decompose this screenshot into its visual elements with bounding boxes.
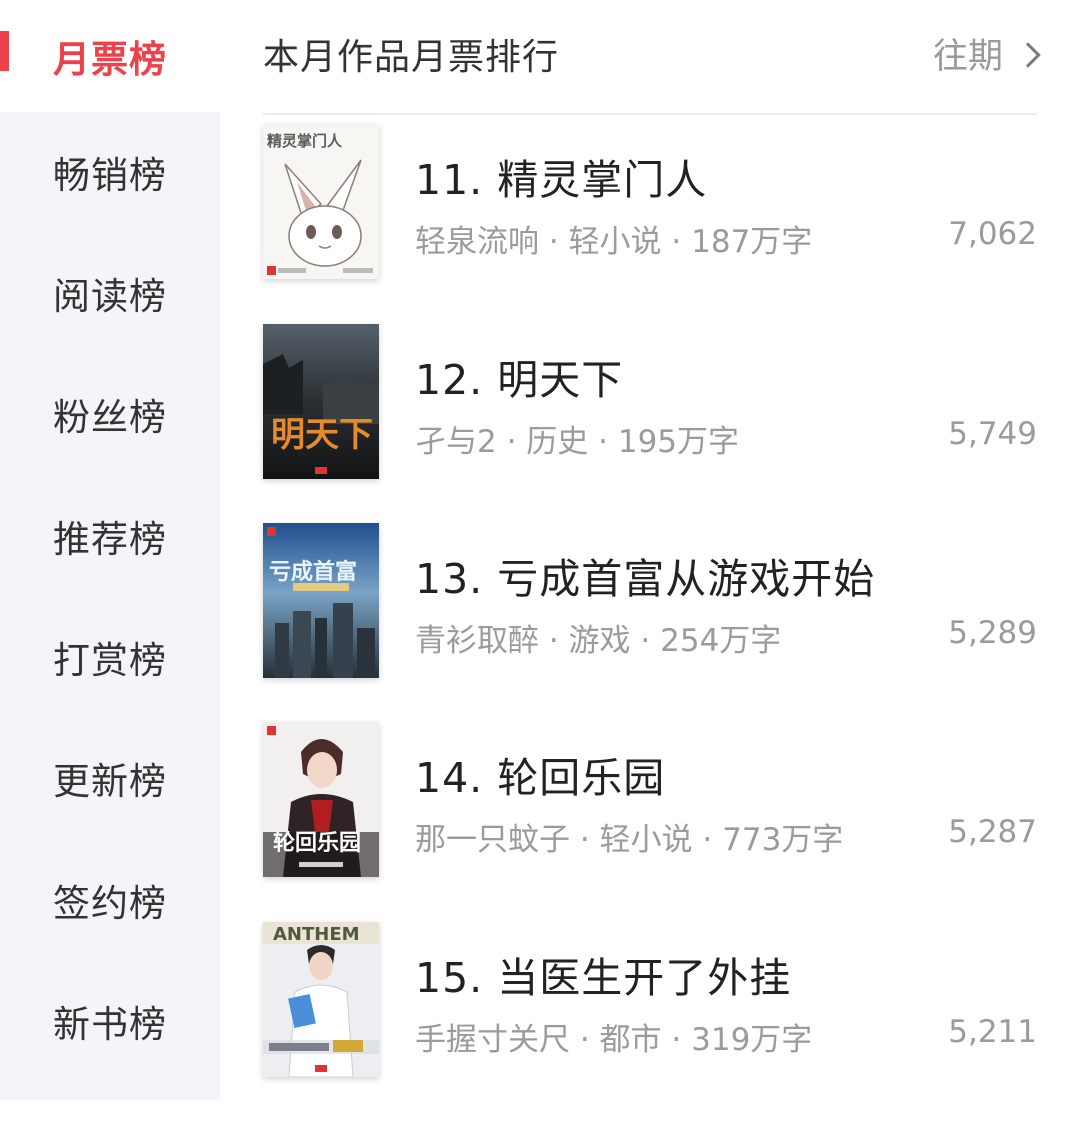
cover-art-doctor: ANTHEM xyxy=(263,922,379,1077)
book-meta: 轻泉流响 · 轻小说 · 187万字 xyxy=(415,224,813,260)
history-link[interactable]: 往期 xyxy=(932,28,1041,79)
cover-title-text: 亏成首富 xyxy=(269,559,357,585)
sidebar-item-label: 新书榜 xyxy=(53,1003,167,1046)
book-cover[interactable]: 轮回乐园 xyxy=(263,722,379,877)
cover-art-character: 轮回乐园 xyxy=(263,722,379,877)
sidebar-item-bestseller[interactable]: 畅销榜 xyxy=(0,116,220,228)
cover-logo-text: ANTHEM xyxy=(273,924,360,945)
sidebar-item-label: 签约榜 xyxy=(53,882,167,925)
ranking-sidebar: 月票榜 畅销榜 阅读榜 粉丝榜 推荐榜 打赏榜 更新榜 签约榜 新书榜 xyxy=(0,0,220,1100)
sidebar-item-label: 推荐榜 xyxy=(53,518,167,561)
chevron-right-icon xyxy=(1015,41,1041,68)
page-title: 本月作品月票排行 xyxy=(263,37,560,78)
sidebar-item-label: 更新榜 xyxy=(53,760,167,803)
book-meta: 青衫取醉 · 游戏 · 254万字 xyxy=(415,623,782,659)
book-cover[interactable]: 精灵掌门人 xyxy=(263,124,379,279)
sidebar-item-label: 月票榜 xyxy=(53,38,167,81)
sidebar-item-recommend[interactable]: 推荐榜 xyxy=(0,480,220,592)
cover-title-text: 明天下 xyxy=(271,415,373,455)
sidebar-item-reward[interactable]: 打赏榜 xyxy=(0,601,220,713)
cover-title-text: 精灵掌门人 xyxy=(267,132,343,150)
monthly-ticket-count: 5,211 xyxy=(948,1014,1037,1050)
sidebar-item-label: 阅读榜 xyxy=(53,275,167,318)
monthly-ticket-count: 5,749 xyxy=(948,416,1037,452)
book-title: 11. 精灵掌门人 xyxy=(415,156,708,204)
book-item[interactable]: 精灵掌门人 11. 精灵掌门人 轻泉流响 · 轻小说 · 187万字 7,062 xyxy=(263,124,1037,324)
book-meta: 那一只蚊子 · 轻小说 · 773万字 xyxy=(415,822,844,858)
book-meta: 孑与2 · 历史 · 195万字 xyxy=(415,424,740,460)
monthly-ticket-count: 7,062 xyxy=(948,216,1037,252)
cover-art-city: 明天下 xyxy=(263,324,379,479)
book-item[interactable]: 轮回乐园 14. 轮回乐园 那一只蚊子 · 轻小说 · 773万字 5,287 xyxy=(263,722,1037,922)
book-item[interactable]: 亏成首富 13. 亏成首富从游戏开始 青衫取醉 · 游戏 · 254万字 5,2… xyxy=(263,523,1037,723)
sidebar-item-update[interactable]: 更新榜 xyxy=(0,722,220,834)
book-item[interactable]: 明天下 12. 明天下 孑与2 · 历史 · 195万字 5,749 xyxy=(263,324,1037,524)
sidebar-item-signed[interactable]: 签约榜 xyxy=(0,844,220,956)
cover-title-text: 轮回乐园 xyxy=(273,830,361,856)
sidebar-item-label: 打赏榜 xyxy=(53,639,167,682)
sidebar-item-new-book[interactable]: 新书榜 xyxy=(0,965,220,1077)
book-title: 13. 亏成首富从游戏开始 xyxy=(415,555,876,603)
monthly-ticket-count: 5,287 xyxy=(948,814,1037,850)
book-cover[interactable]: 亏成首富 xyxy=(263,523,379,678)
history-label: 往期 xyxy=(932,37,1003,77)
book-title: 14. 轮回乐园 xyxy=(415,754,666,802)
sidebar-item-label: 畅销榜 xyxy=(53,154,167,197)
sidebar-item-label: 粉丝榜 xyxy=(53,396,167,439)
book-cover[interactable]: ANTHEM xyxy=(263,922,379,1077)
sidebar-item-monthly-ticket[interactable]: 月票榜 xyxy=(0,0,220,112)
active-indicator xyxy=(0,31,9,71)
book-title: 12. 明天下 xyxy=(415,356,624,404)
cover-art-rabbit: 精灵掌门人 xyxy=(263,124,379,279)
sidebar-item-fans[interactable]: 粉丝榜 xyxy=(0,358,220,470)
book-title: 15. 当医生开了外挂 xyxy=(415,954,792,1002)
book-cover[interactable]: 明天下 xyxy=(263,324,379,479)
book-item[interactable]: ANTHEM 15. 当医生开了外挂 手握寸关尺 · 都市 · 319万字 5,… xyxy=(263,922,1037,1122)
list-header: 本月作品月票排行 往期 xyxy=(263,0,1041,115)
monthly-ticket-count: 5,289 xyxy=(948,615,1037,651)
sidebar-item-reading[interactable]: 阅读榜 xyxy=(0,237,220,349)
cover-art-skyline: 亏成首富 xyxy=(263,523,379,678)
book-meta: 手握寸关尺 · 都市 · 319万字 xyxy=(415,1022,813,1058)
